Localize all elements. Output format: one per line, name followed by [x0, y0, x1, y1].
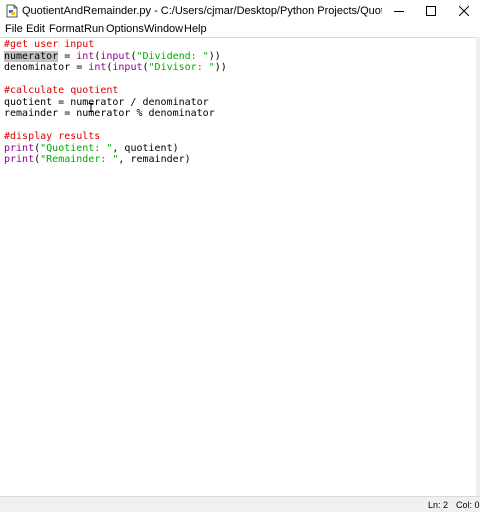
title-bar[interactable]: QuotientAndRemainder.py - C:/Users/cjmar…	[0, 0, 480, 22]
code-token-default: denominator =	[4, 62, 89, 73]
code-token-comment: #calculate quotient	[4, 85, 119, 96]
code-token-default: remainder = numerator % denominator	[4, 108, 215, 119]
code-token-builtin: int	[88, 62, 107, 73]
menu-edit[interactable]: Edit	[26, 23, 45, 36]
code-token-string: "Quotient: "	[40, 143, 113, 154]
code-token-comment: #get user input	[4, 39, 95, 50]
menu-bar: File Edit Format Run Options Window Help	[0, 22, 480, 37]
maximize-button[interactable]	[414, 0, 448, 22]
close-button[interactable]	[447, 0, 480, 22]
code-line[interactable]: #get user input	[4, 39, 94, 51]
code-editor[interactable]: #get user input numerator = int(input("D…	[0, 37, 476, 496]
code-token-builtin: print	[4, 143, 35, 154]
code-token-string: "Remainder: "	[40, 154, 119, 165]
menu-window[interactable]: Window	[144, 23, 183, 36]
code-token-default: , remainder)	[118, 154, 191, 165]
ibeam-cursor-icon	[88, 99, 94, 112]
code-token-builtin: input	[100, 51, 131, 62]
code-token-default: quotient = numerator / denominator	[4, 97, 209, 108]
code-line[interactable]: remainder = numerator % denominator	[4, 108, 215, 120]
window-title: QuotientAndRemainder.py - C:/Users/cjmar…	[22, 5, 382, 17]
code-line[interactable]: #display results	[4, 131, 100, 143]
code-token-builtin: input	[112, 62, 143, 73]
status-line-number: Ln: 2	[428, 500, 449, 510]
status-column-number: Col: 0	[456, 500, 480, 510]
code-line[interactable]: print("Remainder: ", remainder)	[4, 154, 191, 166]
code-token-builtin: int	[76, 51, 95, 62]
code-token-default: ))	[208, 51, 221, 62]
close-icon	[459, 6, 469, 16]
menu-options[interactable]: Options	[106, 23, 144, 36]
maximize-icon	[426, 6, 436, 16]
code-token-default: , quotient)	[112, 143, 179, 154]
selected-text: numerator	[4, 51, 59, 62]
python-file-icon	[5, 4, 19, 18]
code-token-string: "Dividend: "	[136, 51, 209, 62]
menu-help[interactable]: Help	[184, 23, 207, 36]
vertical-scrollbar[interactable]	[476, 37, 480, 496]
menu-run[interactable]: Run	[84, 23, 104, 36]
idle-editor-window: QuotientAndRemainder.py - C:/Users/cjmar…	[0, 0, 480, 512]
minimize-button[interactable]	[382, 0, 416, 22]
status-bar: Ln: 2 Col: 0	[0, 496, 480, 512]
code-token-default: =	[58, 51, 77, 62]
menu-file[interactable]: File	[5, 23, 23, 36]
code-line[interactable]: denominator = int(input("Divisor: "))	[4, 62, 227, 74]
code-line[interactable]: #calculate quotient	[4, 85, 118, 97]
code-token-default: ))	[214, 62, 227, 73]
code-token-comment: #display results	[4, 131, 101, 142]
code-token-string: "Divisor: "	[148, 62, 215, 73]
minimize-icon	[394, 11, 404, 12]
code-token-builtin: print	[4, 154, 35, 165]
menu-format[interactable]: Format	[49, 23, 84, 36]
